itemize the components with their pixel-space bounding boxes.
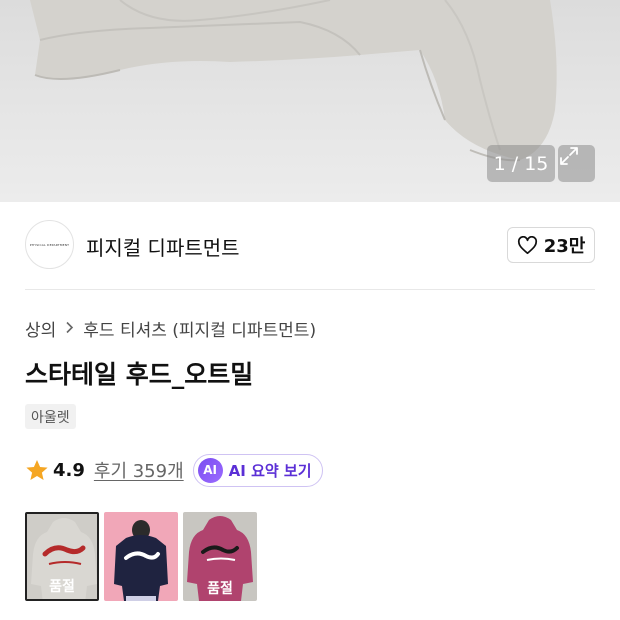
swatch-oatmeal[interactable]: 품절 [25, 512, 99, 601]
soldout-label: 품절 [49, 578, 75, 595]
expand-button[interactable] [558, 145, 595, 182]
expand-icon [560, 147, 578, 165]
outlet-tag: 아울렛 [25, 404, 76, 429]
review-count-link[interactable]: 후기 359개 [94, 457, 184, 483]
like-count: 23만 [543, 236, 586, 257]
divider [25, 289, 595, 290]
breadcrumb-item-category[interactable]: 상의 [25, 316, 56, 341]
color-swatches: 품절 품절 [25, 512, 257, 601]
breadcrumb: 상의 후드 티셔츠 (피지컬 디파트먼트) [25, 316, 316, 341]
brand-row: PHYSICAL DEPARTMENT 피지컬 디파트먼트 23만 [25, 220, 595, 270]
heart-icon [517, 235, 537, 254]
product-title: 스타테일 후드_오트밀 [25, 360, 254, 389]
swatch-navy[interactable] [104, 512, 178, 601]
chevron-right-icon [65, 320, 74, 338]
ai-icon: AI [197, 457, 223, 483]
brand-logo[interactable]: PHYSICAL DEPARTMENT [25, 220, 74, 269]
soldout-label: 품절 [207, 580, 233, 597]
breadcrumb-item-subcategory[interactable]: 후드 티셔츠 (피지컬 디파트먼트) [83, 316, 316, 341]
rating-row: 4.9 후기 359개 AI AI 요약 보기 [25, 453, 323, 487]
product-image[interactable]: 1 / 15 [0, 0, 620, 202]
hoodie-thumbnail [114, 520, 168, 601]
star-icon [26, 459, 48, 480]
brand-name[interactable]: 피지컬 디파트먼트 [86, 232, 240, 261]
image-counter: 1 / 15 [487, 145, 555, 182]
swatch-magenta[interactable]: 품절 [183, 512, 257, 601]
like-button[interactable]: 23만 [507, 227, 595, 263]
ai-summary-button[interactable]: AI AI 요약 보기 [192, 453, 323, 487]
rating-score: 4.9 [53, 459, 85, 481]
ai-summary-label: AI 요약 보기 [228, 461, 312, 480]
